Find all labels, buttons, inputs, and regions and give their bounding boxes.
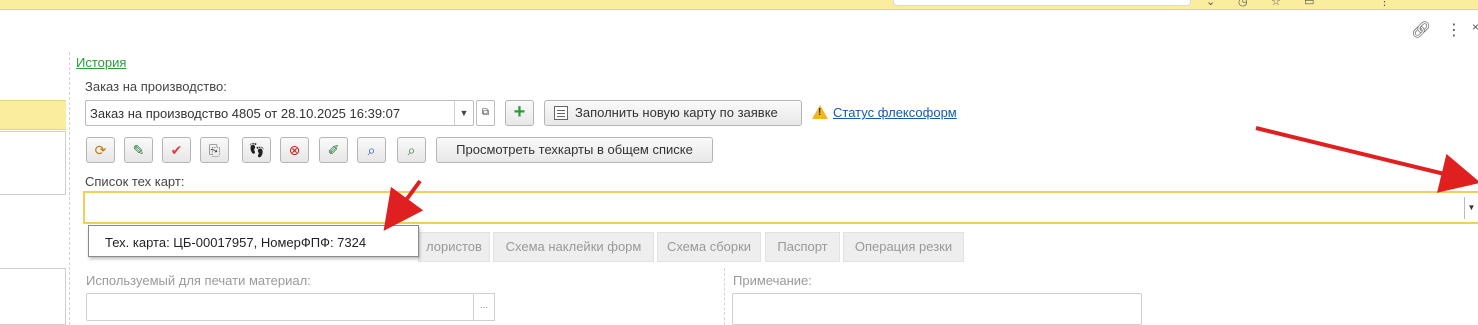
history-clock-icon[interactable]: ◷ — [1238, 0, 1248, 8]
dropdown-option[interactable]: Тех. карта: ЦБ-00017957, НомерФПФ: 7324 — [105, 235, 366, 250]
fill-new-card-label: Заполнить новую карту по заявке — [575, 105, 778, 120]
arrow-to-techlist-chevron — [1255, 126, 1478, 193]
global-search-input[interactable] — [893, 0, 1191, 6]
open-window-icon[interactable]: ⧉ — [476, 100, 495, 126]
star-icon[interactable]: ☆ — [1271, 0, 1281, 8]
more-icon[interactable]: ⋮ — [1379, 0, 1390, 8]
chevron-down-icon[interactable]: ▼ — [454, 101, 473, 125]
view-techcards-button[interactable]: Просмотреть техкарты в общем списке — [436, 137, 713, 163]
history-link[interactable]: История — [76, 55, 126, 70]
add-button[interactable]: + — [505, 100, 534, 126]
edit-clock-icon: ✐ — [327, 142, 340, 158]
select-ellipsis-button[interactable]: ... — [473, 293, 495, 321]
search-check-button[interactable]: ⌕ — [397, 137, 426, 163]
more-vertical-icon[interactable]: ⋮ — [1446, 20, 1462, 40]
tab-colorists[interactable]: лористов — [418, 232, 490, 262]
sidebar-panel-lower — [0, 268, 66, 325]
order-combo[interactable]: Заказ на производство 4805 от 28.10.2025… — [85, 100, 474, 126]
top-bar: ⌄ ◷ ☆ ▭ ⋮ — [0, 0, 1478, 10]
print-material-label: Используемый для печати материал: — [86, 273, 311, 288]
chevron-down-icon[interactable]: ▼ — [1464, 197, 1478, 219]
save-edit-button[interactable]: ✎ — [124, 137, 153, 163]
close-icon[interactable]: × — [1472, 20, 1478, 34]
techlist-label: Список тех карт: — [85, 174, 185, 189]
chevron-down-icon[interactable]: ⌄ — [1206, 0, 1215, 8]
warning-icon — [812, 105, 828, 119]
splitter-inner — [724, 268, 725, 325]
tab-plate-mounting[interactable]: Схема наклейки форм — [493, 232, 654, 262]
order-label: Заказ на производство: — [85, 79, 227, 94]
splitter[interactable] — [69, 52, 70, 325]
tab-assembly[interactable]: Схема сборки — [657, 232, 761, 262]
copy-button[interactable]: ⎘ — [200, 137, 229, 163]
search-check-icon: ⌕ — [407, 142, 416, 158]
edit-clock-button[interactable]: ✐ — [319, 137, 348, 163]
print-material-input[interactable] — [86, 293, 474, 321]
window-icon[interactable]: ▭ — [1304, 0, 1314, 8]
tab-passport[interactable]: Паспорт — [765, 232, 840, 262]
cancel-icon: ⊗ — [288, 142, 301, 158]
footprints-icon: 👣︎ — [247, 142, 266, 158]
tab-cutting[interactable]: Операция резки — [843, 232, 964, 262]
search-add-icon: ⌕ — [367, 142, 376, 158]
sidebar-selected-item[interactable] — [0, 100, 66, 130]
cancel-button[interactable]: ⊗ — [280, 137, 309, 163]
refresh-icon: ⟳ — [94, 142, 107, 158]
note-label: Примечание: — [733, 273, 812, 288]
copy-icon: ⎘ — [208, 142, 221, 158]
note-input[interactable] — [732, 293, 1142, 325]
save-edit-icon: ✎ — [132, 142, 145, 158]
fill-new-card-button[interactable]: Заполнить новую карту по заявке — [544, 100, 802, 126]
check-icon: ✔ — [170, 142, 183, 158]
link-icon[interactable]: 🔗︎ — [1411, 20, 1431, 40]
footprints-button[interactable]: 👣︎ — [242, 137, 271, 163]
document-list-icon — [554, 106, 568, 120]
refresh-button[interactable]: ⟳ — [86, 137, 115, 163]
status-link[interactable]: Статус флексоформ — [833, 105, 957, 120]
techlist-dropdown: Тех. карта: ЦБ-00017957, НомерФПФ: 7324 — [88, 225, 419, 257]
search-add-button[interactable]: ⌕ — [357, 137, 386, 163]
sidebar-panel — [0, 131, 66, 195]
order-value: Заказ на производство 4805 от 28.10.2025… — [90, 106, 401, 121]
check-button[interactable]: ✔ — [162, 137, 191, 163]
techlist-combo[interactable]: ▼ — [83, 191, 1478, 224]
